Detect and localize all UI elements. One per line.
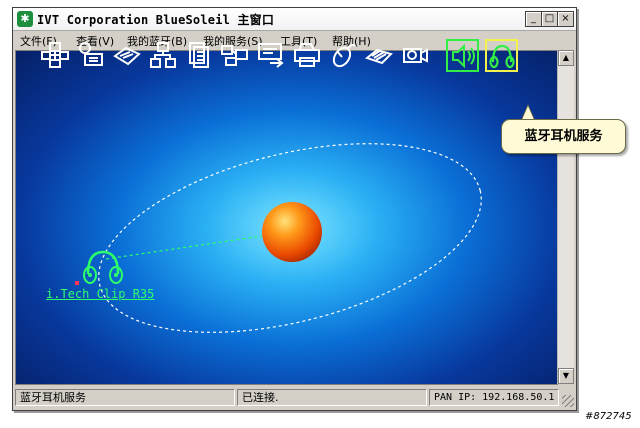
orbit-layer [98,143,482,333]
sync-icon[interactable] [364,40,394,70]
main-window: ✱ IVT Corporation BlueSoleil 主窗口 _ □ × 文… [12,7,577,411]
connection-line [105,235,263,260]
vertical-scrollbar[interactable]: ▲ ▼ [557,50,574,384]
bluetooth-app-icon: ✱ [17,11,33,27]
object-push-icon[interactable] [256,40,286,70]
fax-icon[interactable] [112,40,142,70]
device-name-link[interactable]: i.Tech Clip R35 [46,287,154,301]
tooltip-pointer-fill [522,106,534,120]
scroll-up-arrow-icon[interactable]: ▲ [558,50,574,66]
bluetooth-canvas: i.Tech Clip R35 [15,50,558,385]
status-pan-ip: PAN IP: 192.168.50.1 [429,389,559,406]
camera-icon[interactable] [400,40,430,70]
network-access-icon[interactable] [40,40,70,70]
lan-access-icon[interactable] [148,40,178,70]
headset-service-icon[interactable] [485,39,518,72]
dialup-networking-icon[interactable] [76,40,106,70]
headset-device[interactable] [80,246,126,286]
status-connection: 已连接. [237,389,427,406]
close-button[interactable]: × [557,11,574,27]
tooltip: 蓝牙耳机服务 [501,119,626,154]
watermark: #872745 [585,411,632,422]
status-bar: 蓝牙耳机服务 已连接. PAN IP: 192.168.50.1 [13,387,576,409]
status-service: 蓝牙耳机服务 [15,389,235,406]
printer-icon[interactable] [292,40,322,70]
maximize-button[interactable]: □ [541,11,558,27]
window-title: IVT Corporation BlueSoleil 主窗口 [37,13,275,27]
title-bar[interactable]: ✱ IVT Corporation BlueSoleil 主窗口 _ □ × [13,8,576,31]
scroll-down-arrow-icon[interactable]: ▼ [558,368,574,384]
headset-icon [83,250,123,284]
resize-grip[interactable] [562,395,574,407]
hid-mouse-icon[interactable] [328,40,358,70]
file-transfer-icon[interactable] [184,40,214,70]
local-device-sphere[interactable] [262,202,322,262]
device-marker [75,281,79,285]
audio-gateway-icon[interactable] [446,39,479,72]
minimize-button[interactable]: _ [525,11,542,27]
personal-area-network-icon[interactable] [220,40,250,70]
